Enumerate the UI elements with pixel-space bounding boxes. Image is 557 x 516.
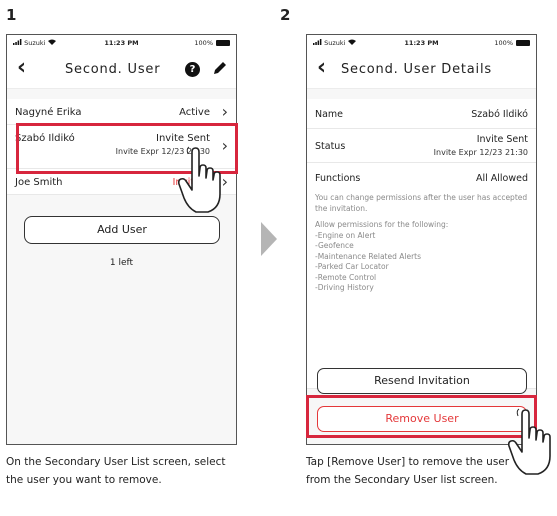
tap-hand-icon bbox=[178, 146, 221, 213]
user-name: Nagyné Erika bbox=[15, 107, 82, 118]
nav-bar: ‹ Second. User ? bbox=[7, 51, 236, 89]
battery-icon bbox=[516, 40, 530, 46]
resend-invitation-button[interactable]: Resend Invitation bbox=[317, 368, 527, 394]
add-user-button[interactable]: Add User bbox=[24, 216, 220, 244]
step-number-1: 1 bbox=[6, 6, 17, 24]
status-value: Invite Sent bbox=[476, 134, 528, 145]
chevron-right-icon: › bbox=[221, 172, 228, 191]
phone-screen-user-details: Suzuki 11:23 PM 100% ‹ Second. User Deta… bbox=[306, 34, 537, 445]
back-icon[interactable]: ‹ bbox=[17, 57, 26, 79]
allow-heading: Allow permissions for the following: bbox=[315, 220, 449, 229]
highlight-remove-button bbox=[306, 395, 537, 438]
edit-icon[interactable] bbox=[212, 60, 228, 76]
detail-row-functions: Functions All Allowed You can change per… bbox=[307, 163, 536, 389]
phone-screen-user-list: Suzuki 11:23 PM 100% ‹ Second. User ? Na… bbox=[6, 34, 237, 445]
battery-percent: 100% bbox=[194, 39, 213, 47]
permission-item: -Parked Car Locator bbox=[315, 262, 389, 271]
chevron-right-icon: › bbox=[221, 102, 228, 121]
name-value: Szabó Ildikó bbox=[471, 109, 528, 120]
status-label: Status bbox=[315, 141, 346, 152]
permission-item: -Driving History bbox=[315, 283, 374, 292]
detail-row-status: Status Invite Sent Invite Expr 12/23 21:… bbox=[307, 129, 536, 163]
step-number-2: 2 bbox=[280, 6, 291, 24]
status-bar: Suzuki 11:23 PM 100% bbox=[307, 35, 536, 51]
name-label: Name bbox=[315, 109, 344, 120]
user-row-1[interactable]: Nagyné Erika Active › bbox=[7, 99, 236, 125]
permissions-note: You can change permissions after the use… bbox=[315, 193, 528, 213]
user-name: Joe Smith bbox=[15, 177, 63, 188]
arrow-right-icon bbox=[261, 222, 277, 256]
permissions-info: You can change permissions after the use… bbox=[315, 193, 528, 294]
permission-item: -Geofence bbox=[315, 241, 354, 250]
permission-item: -Engine on Alert bbox=[315, 230, 376, 240]
battery-percent: 100% bbox=[494, 39, 513, 47]
functions-label: Functions bbox=[315, 173, 361, 184]
remaining-count: 1 left bbox=[109, 258, 134, 268]
page-title: Second. User bbox=[65, 62, 161, 77]
status-bar: Suzuki 11:23 PM 100% bbox=[7, 35, 236, 51]
user-status: Active bbox=[179, 107, 210, 118]
detail-row-name: Name Szabó Ildikó bbox=[307, 99, 536, 129]
functions-value: All Allowed bbox=[475, 173, 528, 184]
caption-step-1: On the Secondary User List screen, selec… bbox=[6, 456, 226, 486]
help-icon[interactable]: ? bbox=[185, 62, 200, 77]
page-title: Second. User Details bbox=[341, 62, 492, 77]
permission-item: -Maintenance Related Alerts bbox=[315, 251, 422, 261]
permission-item: -Remote Control bbox=[315, 272, 377, 282]
invite-expiry: Invite Expr 12/23 21:30 bbox=[433, 148, 528, 157]
caption-step-2: Tap [Remove User] to remove the user fro… bbox=[306, 456, 510, 486]
nav-bar: ‹ Second. User Details bbox=[307, 51, 536, 89]
battery-icon bbox=[216, 40, 230, 46]
back-icon[interactable]: ‹ bbox=[317, 57, 326, 79]
